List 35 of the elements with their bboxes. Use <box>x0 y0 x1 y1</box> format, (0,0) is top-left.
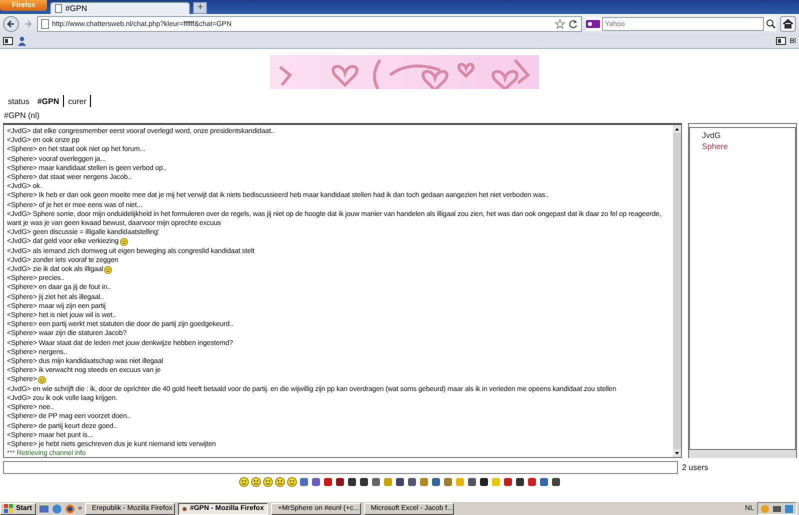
chat-tab[interactable]: #GPN <box>33 95 64 107</box>
channel-title: #GPN (nl) <box>4 111 40 120</box>
smiley-icon <box>38 376 46 384</box>
user-name[interactable]: JvdG <box>702 130 795 141</box>
user-count: 2 users <box>682 463 708 472</box>
new-tab-button[interactable]: + <box>193 2 208 14</box>
smiley-icon <box>120 238 128 246</box>
sidebar-icon[interactable] <box>3 36 13 46</box>
browser-icon <box>182 504 187 514</box>
reload-icon[interactable] <box>568 19 578 29</box>
smiley-icon[interactable] <box>250 477 260 487</box>
smiley-icon[interactable] <box>238 477 248 487</box>
smiley-icon <box>104 266 112 274</box>
smiley-icon[interactable] <box>286 477 296 487</box>
scroll-down-icon[interactable] <box>673 449 681 457</box>
monitor-icon[interactable] <box>772 504 782 514</box>
chat-tab[interactable]: status <box>4 95 34 107</box>
smiley-icon[interactable] <box>262 477 272 487</box>
tab-title: #GPN <box>65 4 88 13</box>
bookmarks-icon[interactable] <box>776 36 786 46</box>
desktop-icon[interactable] <box>38 504 49 514</box>
search-engine-icon[interactable] <box>586 20 600 28</box>
message-input[interactable] <box>3 461 678 474</box>
windows-logo-icon <box>4 504 13 513</box>
scroll-up-icon[interactable] <box>673 125 681 133</box>
smiley-icon[interactable] <box>274 477 284 487</box>
scrollbar[interactable] <box>673 125 681 457</box>
browser-tab[interactable]: #GPN <box>50 2 190 14</box>
user-name[interactable]: Sphere <box>702 141 795 152</box>
horizontal-scrollbar[interactable] <box>689 450 796 458</box>
browser-icon[interactable] <box>64 504 75 514</box>
search-icon[interactable] <box>766 19 776 29</box>
person-icon[interactable] <box>17 36 27 46</box>
chat-tab[interactable]: curer <box>64 95 92 107</box>
home-icon[interactable] <box>780 16 796 32</box>
